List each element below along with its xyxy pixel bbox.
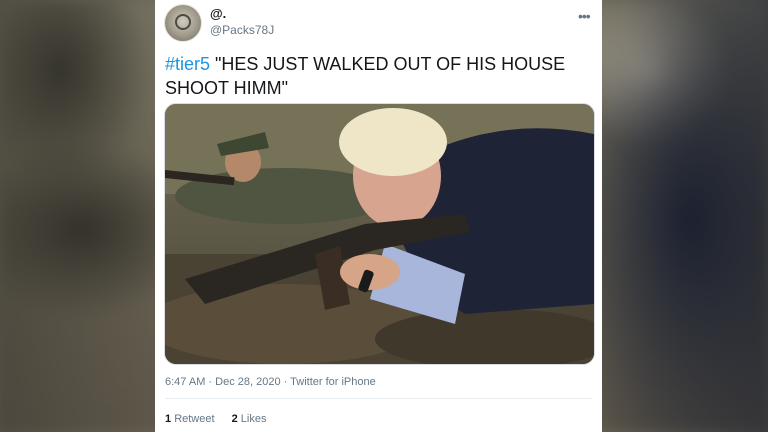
avatar-image (175, 14, 191, 30)
retweet-label: Retweet (174, 413, 215, 425)
retweet-stat[interactable]: 1 Retweet (165, 413, 215, 425)
timestamp[interactable]: 6:47 AM · Dec 28, 2020 · Twitter for iPh… (165, 376, 376, 388)
background-left-shade (0, 0, 160, 432)
avatar[interactable] (164, 4, 202, 42)
background-right-shade (602, 0, 768, 432)
more-horizontal-icon[interactable]: ••• (578, 8, 591, 24)
retweet-count: 1 (165, 413, 172, 425)
like-count: 2 (231, 413, 238, 425)
photo-hair (339, 108, 447, 176)
tweet-photo[interactable] (164, 103, 595, 365)
like-stat[interactable]: 2 Likes (232, 413, 267, 425)
engagement-stats: 1 Retweet 2 Likes (165, 413, 280, 425)
tweet-card: @. @Packs78J ••• #tier5 "HES JUST WALKED… (155, 0, 602, 432)
user-handle[interactable]: @Packs78J (210, 23, 274, 37)
display-name[interactable]: @. (210, 6, 226, 21)
tweet-body: "HES JUST WALKED OUT OF HIS HOUSE SHOOT … (165, 54, 566, 98)
tweet-text: #tier5 "HES JUST WALKED OUT OF HIS HOUSE… (165, 52, 595, 100)
photo-illustration (165, 104, 594, 364)
hashtag-link[interactable]: #tier5 (165, 54, 210, 74)
divider (165, 398, 592, 399)
like-label: Likes (240, 413, 267, 425)
